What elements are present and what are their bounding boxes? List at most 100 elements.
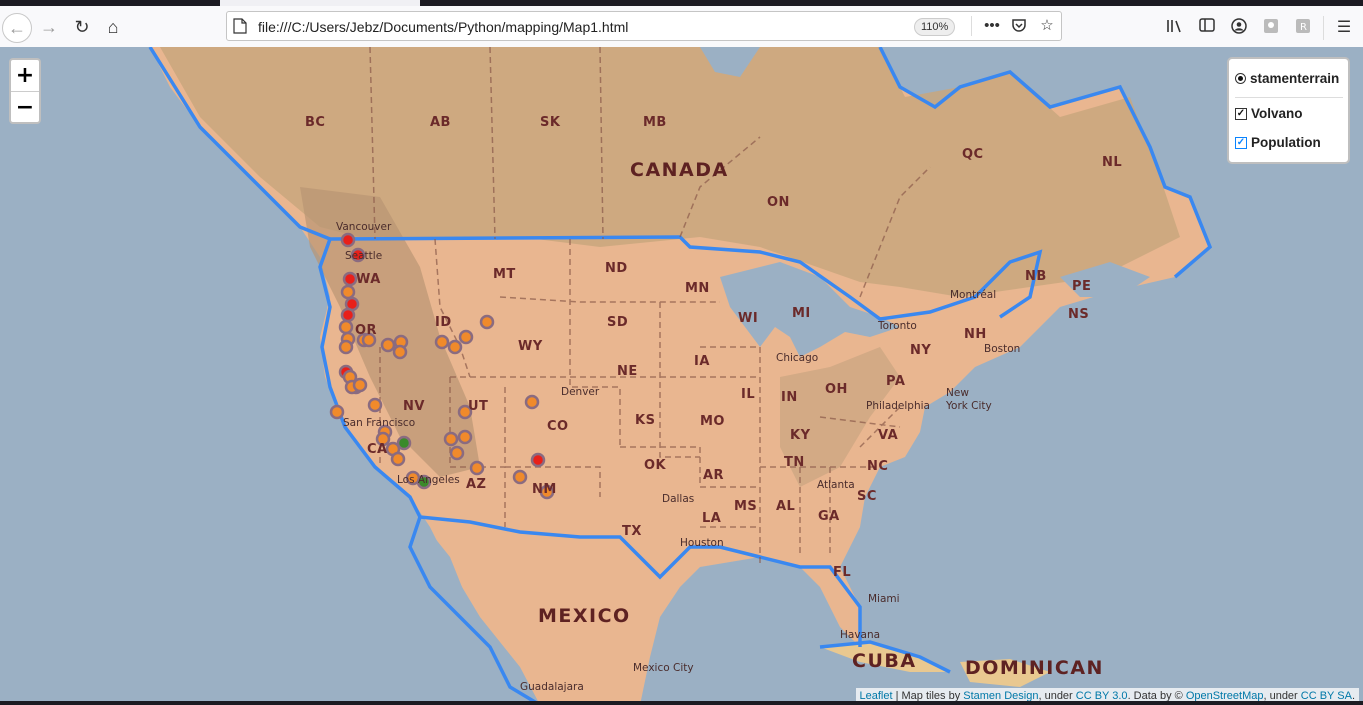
- volcano-marker[interactable]: [352, 377, 368, 393]
- url-bar[interactable]: file:///C:/Users/Jebz/Documents/Python/m…: [226, 11, 1062, 41]
- overlay-volcano-option[interactable]: ✓ Volvano: [1235, 106, 1303, 121]
- country-label-canada: CANADA: [630, 159, 729, 181]
- state-label-pe: PE: [1072, 279, 1092, 294]
- volcano-marker[interactable]: [469, 460, 485, 476]
- volcano-marker[interactable]: [392, 344, 408, 360]
- volcano-marker[interactable]: [340, 284, 356, 300]
- city-label-miami: Miami: [868, 593, 900, 605]
- state-label-or: OR: [355, 323, 378, 338]
- zoom-in-button[interactable]: +: [11, 60, 39, 92]
- reload-icon[interactable]: ↻: [67, 12, 97, 42]
- zoom-indicator[interactable]: 110%: [914, 18, 956, 36]
- volcano-marker[interactable]: [434, 334, 450, 350]
- state-label-fl: FL: [833, 565, 852, 580]
- zoom-out-button[interactable]: −: [11, 92, 39, 123]
- forward-icon[interactable]: →: [34, 12, 64, 42]
- city-label-havana: Havana: [840, 629, 881, 641]
- state-label-mo: MO: [700, 414, 725, 429]
- country-label-mexico: MEXICO: [538, 605, 631, 627]
- volcano-marker[interactable]: [342, 271, 358, 287]
- volcano-marker[interactable]: [512, 469, 528, 485]
- state-label-oh: OH: [825, 382, 848, 397]
- volcano-marker[interactable]: [449, 445, 465, 461]
- library-icon[interactable]: [1165, 18, 1185, 38]
- page-icon: [233, 18, 247, 34]
- zoom-control: + −: [9, 58, 41, 124]
- state-label-nc: NC: [867, 459, 889, 474]
- state-label-ok: OK: [644, 458, 667, 473]
- volcano-marker[interactable]: [338, 319, 354, 335]
- city-label-toronto: Toronto: [878, 320, 917, 332]
- volcano-marker[interactable]: [390, 451, 406, 467]
- volcano-marker[interactable]: [443, 431, 459, 447]
- extension-icon[interactable]: [1261, 18, 1281, 38]
- state-label-ns: NS: [1068, 307, 1090, 322]
- state-label-ut: UT: [468, 399, 489, 414]
- state-label-ab: AB: [430, 115, 451, 130]
- country-label-cuba: CUBA: [852, 650, 917, 672]
- layer-divider: [1235, 97, 1343, 98]
- state-label-qc: QC: [962, 147, 984, 162]
- sidebar-icon[interactable]: [1197, 18, 1217, 38]
- state-label-nb: NB: [1025, 269, 1047, 284]
- volcano-marker[interactable]: [340, 307, 356, 323]
- volcano-marker[interactable]: [479, 314, 495, 330]
- base-layer-option[interactable]: stamenterrain: [1235, 71, 1339, 86]
- layer-control: stamenterrain ✓ Volvano ✓ Population: [1227, 57, 1350, 164]
- state-label-id: ID: [435, 315, 452, 330]
- home-icon[interactable]: ⌂: [98, 12, 128, 42]
- map-container[interactable]: CANADA MEXICO CUBA DOMINICAN BC AB SK MB ON Q…: [0, 47, 1363, 705]
- volcano-marker[interactable]: [329, 404, 345, 420]
- country-label-dominican: DOMINICAN: [965, 657, 1104, 679]
- state-label-sd: SD: [607, 315, 629, 330]
- toolbar-separator: [1323, 16, 1324, 40]
- state-label-in: IN: [781, 390, 798, 405]
- overlay-population-label: Population: [1251, 135, 1321, 150]
- city-label-denver: Denver: [561, 386, 600, 398]
- menu-icon[interactable]: ☰: [1334, 18, 1354, 38]
- state-label-on: ON: [767, 195, 790, 210]
- volcano-marker[interactable]: [447, 339, 463, 355]
- volcano-marker[interactable]: [367, 397, 383, 413]
- state-label-co: CO: [547, 419, 569, 434]
- state-label-nv: NV: [403, 399, 425, 414]
- volcano-marker[interactable]: [380, 337, 396, 353]
- svg-text:R: R: [1300, 22, 1307, 33]
- volcano-marker[interactable]: [524, 394, 540, 410]
- state-label-al: AL: [776, 499, 796, 514]
- volcano-marker[interactable]: [340, 232, 356, 248]
- state-label-ky: KY: [790, 428, 811, 443]
- state-label-sk: SK: [540, 115, 561, 130]
- state-label-il: IL: [741, 387, 756, 402]
- account-icon[interactable]: [1229, 18, 1249, 38]
- volcano-marker[interactable]: [530, 452, 546, 468]
- url-text[interactable]: file:///C:/Users/Jebz/Documents/Python/m…: [258, 19, 628, 35]
- city-label-los-angeles: Los Angeles: [397, 474, 460, 486]
- state-label-nd: ND: [605, 261, 628, 276]
- city-label-new-york-city: New York City: [946, 387, 992, 412]
- back-icon[interactable]: ←: [2, 13, 32, 43]
- state-label-ar: AR: [703, 468, 725, 483]
- city-label-chicago: Chicago: [776, 352, 819, 364]
- state-label-va: VA: [878, 428, 899, 443]
- overlay-volcano-checkbox[interactable]: ✓: [1235, 107, 1247, 120]
- bookmark-star-icon[interactable]: ☆: [1038, 17, 1056, 35]
- city-label-dallas: Dallas: [662, 493, 695, 505]
- city-label-seattle: Seattle: [345, 250, 383, 262]
- bottom-edge: [0, 701, 1363, 705]
- overlay-population-option[interactable]: ✓ Population: [1235, 135, 1321, 150]
- base-layer-radio[interactable]: [1235, 73, 1246, 84]
- city-label-atlanta: Atlanta: [817, 479, 855, 491]
- state-label-tn: TN: [784, 455, 805, 470]
- url-bar-separator: [971, 16, 972, 36]
- city-label-mexico-city: Mexico City: [633, 662, 694, 674]
- volcano-marker[interactable]: [458, 329, 474, 345]
- state-label-mn: MN: [685, 281, 710, 296]
- state-label-nl: NL: [1102, 155, 1123, 170]
- extension-icon-2[interactable]: R: [1293, 18, 1313, 38]
- pocket-icon[interactable]: [1010, 17, 1028, 35]
- volcano-marker[interactable]: [457, 429, 473, 445]
- overlay-population-checkbox[interactable]: ✓: [1235, 136, 1247, 149]
- volcano-marker[interactable]: [338, 339, 354, 355]
- more-actions-icon[interactable]: •••: [983, 17, 1001, 35]
